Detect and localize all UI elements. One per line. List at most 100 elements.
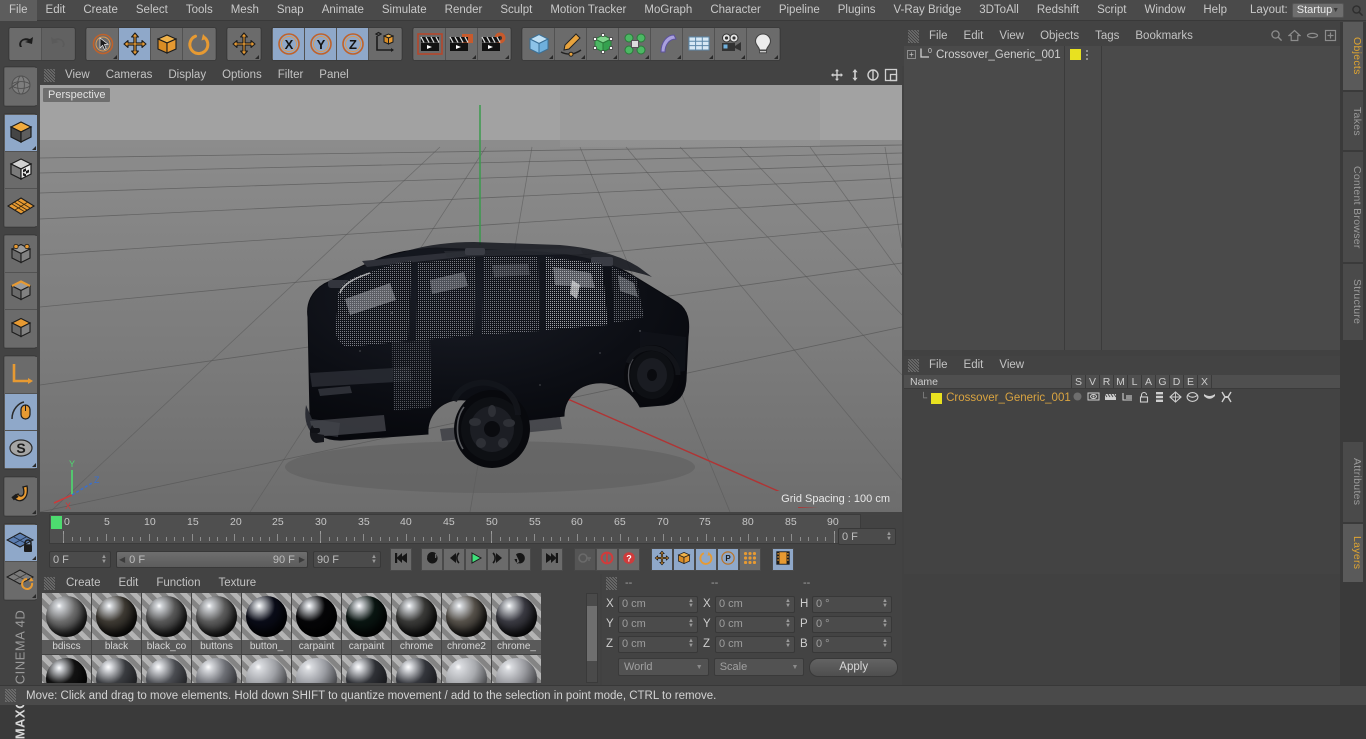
object-tag-row[interactable] (1066, 46, 1101, 63)
add-light-button[interactable] (747, 27, 779, 60)
spinner-icon[interactable]: ▲ ▼ (785, 618, 791, 629)
keyframe-selection-button[interactable]: ? (618, 548, 640, 571)
panel-grip-icon[interactable] (44, 69, 55, 82)
home-icon[interactable] (1287, 29, 1302, 45)
add-array-button[interactable] (619, 27, 651, 60)
lock-workplane-button[interactable] (5, 525, 37, 562)
layer-color-tag[interactable] (1070, 49, 1081, 60)
layer-color-swatch[interactable] (931, 392, 943, 404)
object-manager-body[interactable]: + 0 Crossover_Generic_001 (904, 46, 1340, 350)
object-menu-edit[interactable]: Edit (956, 26, 992, 46)
coordinate-system-dropdown[interactable]: World ▼ (618, 658, 709, 676)
material-preview[interactable] (42, 655, 91, 683)
render-to-picture-viewer-button[interactable] (446, 27, 478, 60)
tab-objects[interactable]: Objects (1343, 22, 1363, 90)
expand-icon[interactable]: + (907, 50, 916, 59)
material-preview[interactable] (492, 655, 541, 683)
range-right-arrow-icon[interactable]: ▶ (299, 555, 305, 564)
expressions-icon[interactable] (1203, 392, 1216, 405)
deformers-icon[interactable] (1186, 391, 1199, 406)
object-menu-tags[interactable]: Tags (1087, 26, 1127, 46)
menu-item-pipeline[interactable]: Pipeline (770, 0, 829, 21)
material-cell[interactable] (392, 655, 441, 683)
scale-tool[interactable] (151, 27, 183, 60)
spinner-icon[interactable]: ▲ ▼ (882, 638, 888, 649)
menu-item-file[interactable]: File (0, 0, 37, 21)
loop-button[interactable] (509, 548, 531, 571)
layer-menu-view[interactable]: View (991, 356, 1032, 375)
spinner-icon[interactable]: ▲ ▼ (886, 531, 892, 542)
material-preview[interactable] (392, 655, 441, 683)
spinner-icon[interactable]: ▲ ▼ (882, 598, 888, 609)
scale-key-button[interactable] (673, 548, 695, 571)
play-forwards-button[interactable] (465, 548, 487, 571)
menu-item-animate[interactable]: Animate (313, 0, 373, 21)
render-clapboard-icon[interactable] (1104, 391, 1117, 405)
go-to-start-button[interactable] (390, 548, 412, 571)
add-cube-button[interactable] (523, 27, 555, 60)
apply-button[interactable]: Apply (809, 657, 898, 677)
menu-item-select[interactable]: Select (127, 0, 177, 21)
polygons-mode-button[interactable] (5, 310, 37, 347)
menu-item-create[interactable]: Create (74, 0, 127, 21)
field-size-z[interactable]: 0 cm ▲ ▼ (715, 635, 795, 653)
max-frame-field[interactable]: 90 F ▲ ▼ (313, 551, 381, 568)
layer-header-a[interactable]: A (1142, 374, 1156, 389)
tab-structure[interactable]: Structure (1343, 264, 1363, 340)
object-axis-button[interactable] (5, 357, 37, 394)
layer-header-g[interactable]: G (1156, 374, 1170, 389)
material-preview[interactable] (292, 593, 341, 640)
menu-item-sculpt[interactable]: Sculpt (491, 0, 541, 21)
texture-mode-button[interactable] (5, 152, 37, 189)
layer-name-cell[interactable]: └ Crossover_Generic_001 (904, 392, 1072, 404)
field-rotation-b[interactable]: 0 ° ▲ ▼ (812, 635, 892, 653)
layer-row[interactable]: └ Crossover_Generic_001 (904, 390, 1340, 406)
menu-item-motion-tracker[interactable]: Motion Tracker (541, 0, 635, 21)
dynamic-place-tool[interactable] (228, 27, 260, 60)
material-menu-texture[interactable]: Texture (209, 574, 265, 593)
spinner-icon[interactable]: ▲ ▼ (101, 554, 107, 565)
object-extra-column[interactable] (1103, 46, 1340, 350)
field-size-y[interactable]: 0 cm ▲ ▼ (715, 615, 795, 633)
material-cell[interactable] (92, 655, 141, 683)
object-menu-bookmarks[interactable]: Bookmarks (1127, 26, 1201, 46)
menu-item-window[interactable]: Window (1135, 0, 1194, 21)
field-rotation-h[interactable]: 0 ° ▲ ▼ (812, 595, 892, 613)
menu-item-plugins[interactable]: Plugins (829, 0, 885, 21)
material-cell[interactable]: black_co (142, 593, 191, 655)
redo-button[interactable] (42, 27, 74, 60)
autokeying-button[interactable] (596, 548, 618, 571)
spinner-icon[interactable]: ▲ ▼ (688, 618, 694, 629)
new-icon[interactable] (1324, 29, 1337, 45)
add-deformer-button[interactable] (651, 27, 683, 60)
visible-eye-icon[interactable] (1087, 391, 1100, 405)
material-cell[interactable]: chrome_ (42, 655, 91, 683)
viewport-menu-cameras[interactable]: Cameras (98, 66, 161, 85)
material-preview[interactable] (392, 593, 441, 640)
coordinate-mode-dropdown[interactable]: Scale ▼ (713, 658, 805, 676)
material-preview[interactable] (342, 593, 391, 640)
next-frame-button[interactable] (487, 548, 509, 571)
menu-item-render[interactable]: Render (436, 0, 492, 21)
material-cell[interactable]: chrome (392, 593, 441, 655)
menu-item-redshift[interactable]: Redshift (1028, 0, 1088, 21)
material-cell[interactable] (442, 655, 491, 683)
object-menu-objects[interactable]: Objects (1032, 26, 1087, 46)
material-preview[interactable] (492, 593, 541, 640)
spinner-icon[interactable]: ▲ ▼ (688, 598, 694, 609)
undo-button[interactable] (10, 27, 42, 60)
material-cell[interactable]: buttons (192, 593, 241, 655)
tab-content-browser[interactable]: Content Browser (1343, 152, 1363, 262)
record-active-objects-button[interactable] (574, 548, 596, 571)
edges-mode-button[interactable] (5, 273, 37, 310)
world-object-coordinates-button[interactable] (369, 27, 401, 60)
material-cell[interactable] (342, 655, 391, 683)
live-selection-tool[interactable] (87, 27, 119, 60)
tab-layers[interactable]: Layers (1343, 524, 1363, 582)
field-position-y[interactable]: 0 cm ▲ ▼ (618, 615, 698, 633)
layer-menu-edit[interactable]: Edit (956, 356, 992, 375)
viewport-menu-filter[interactable]: Filter (270, 66, 312, 85)
previous-frame-button[interactable] (443, 548, 465, 571)
parameter-key-button[interactable]: P (717, 548, 739, 571)
ellipse-icon[interactable] (1306, 29, 1319, 45)
